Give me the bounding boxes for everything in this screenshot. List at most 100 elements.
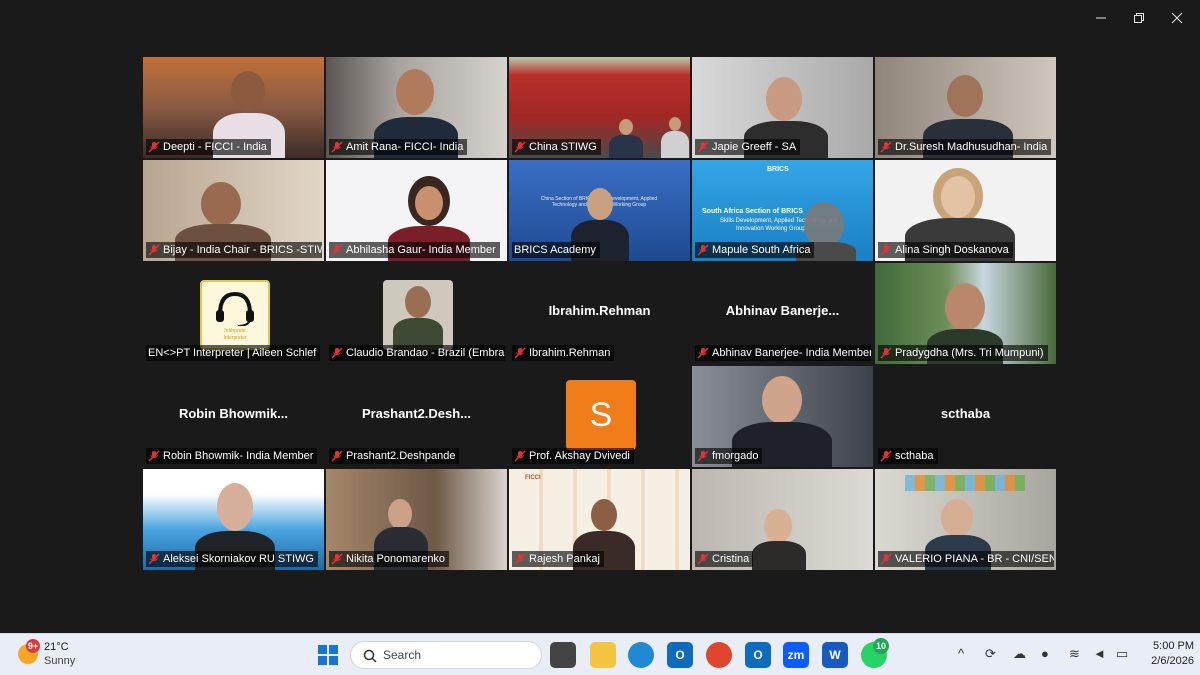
participant-tile[interactable]: Deepti - FICCI - India: [143, 57, 324, 158]
participant-tile[interactable]: VALERIO PIANA - BR - CNI/SENAI: [875, 469, 1056, 570]
close-button[interactable]: [1159, 6, 1195, 30]
zoom-icon[interactable]: zm: [783, 642, 809, 668]
participant-tile[interactable]: BRICS South Africa Section of BRICS Skil…: [692, 160, 873, 261]
participant-name-label: Rajesh Pankaj: [512, 551, 604, 567]
participant-tile[interactable]: Aleksei Skorniakov RU STIWG: [143, 469, 324, 570]
participant-tile[interactable]: China STIWG: [509, 57, 690, 158]
muted-mic-icon: [148, 244, 160, 256]
participant-tile[interactable]: Ibrahim.Rehman Ibrahim.Rehman: [509, 263, 690, 364]
muted-mic-icon: [148, 450, 160, 462]
weather-temp[interactable]: 21°C: [44, 641, 69, 653]
headset-caption: Intérprete: [224, 328, 246, 334]
participant-name-label: Robin Bhowmik- India Member: [146, 448, 318, 464]
participant-tile[interactable]: Nikita Ponomarenko: [326, 469, 507, 570]
participant-name-label: BRICS Academy: [512, 242, 600, 258]
participant-tile[interactable]: Amit Rana- FICCI- India: [326, 57, 507, 158]
participant-tile[interactable]: Claudio Brandao - Brazil (Embrapii): [326, 263, 507, 364]
participant-tile[interactable]: FICCI Rajesh Pankaj: [509, 469, 690, 570]
participant-display-name: Abhinav Banerje...: [725, 303, 840, 318]
muted-mic-icon: [331, 244, 343, 256]
file-explorer-icon[interactable]: [590, 642, 616, 668]
windows-start-icon[interactable]: [316, 643, 340, 667]
participant-tile[interactable]: Japie Greeff - SA: [692, 57, 873, 158]
participant-name-label: China STIWG: [512, 139, 601, 155]
participant-display-name: Prashant2.Desh...: [361, 406, 472, 421]
windows-taskbar: 9+ 21°C Sunny Search O O zm W 10 ^ ⟳ ☁ ●…: [0, 633, 1200, 675]
outlook-new-icon[interactable]: O: [745, 642, 771, 668]
participant-tile[interactable]: Intérprete Interpreter EN<>PT Interprete…: [143, 263, 324, 364]
sync-icon[interactable]: ⟳: [985, 646, 996, 662]
participant-tile[interactable]: Abhilasha Gaur- India Member: [326, 160, 507, 261]
participant-name-label: Abhinav Banerjee- India Member: [695, 345, 871, 361]
muted-mic-icon: [148, 141, 160, 153]
banner-text: South Africa Section of BRICS: [702, 208, 803, 215]
muted-mic-icon: [331, 450, 343, 462]
participant-tile[interactable]: scthaba scthaba: [875, 366, 1056, 467]
participant-display-name: Ibrahim.Rehman: [548, 303, 651, 318]
brics-logo-text: BRICS: [767, 166, 789, 173]
wifi-icon[interactable]: ≋: [1069, 646, 1080, 662]
participant-display-name: Robin Bhowmik...: [178, 406, 289, 421]
participant-name-label: Deepti - FICCI - India: [146, 139, 271, 155]
muted-mic-icon: [514, 347, 526, 359]
headset-icon: [216, 291, 254, 326]
task-view-icon[interactable]: [550, 642, 576, 668]
chevron-up-icon[interactable]: ^: [958, 646, 964, 661]
muted-mic-icon: [880, 553, 892, 565]
participant-tile[interactable]: Pradygdha (Mrs. Tri Mumpuni): [875, 263, 1056, 364]
participant-name-label: Cristina: [695, 551, 754, 567]
participant-tile[interactable]: Dr.Suresh Madhusudhan- India: [875, 57, 1056, 158]
participant-name-label: VALERIO PIANA - BR - CNI/SENAI: [878, 551, 1054, 567]
weather-desc[interactable]: Sunny: [44, 655, 75, 667]
participant-name-label: Claudio Brandao - Brazil (Embrapii): [329, 345, 505, 361]
participant-tile[interactable]: Bijay - India Chair - BRICS -STIWG: [143, 160, 324, 261]
search-icon: [363, 649, 377, 663]
minimize-button[interactable]: [1083, 6, 1119, 30]
muted-mic-icon: [880, 347, 892, 359]
edge-icon[interactable]: [628, 642, 654, 668]
participant-tile[interactable]: Abhinav Banerje... Abhinav Banerjee- Ind…: [692, 263, 873, 364]
clock-time[interactable]: 5:00 PM: [1144, 640, 1194, 652]
muted-mic-icon: [880, 141, 892, 153]
participant-tile-active-speaker[interactable]: China Section of BRICS Skills Developmen…: [509, 160, 690, 261]
participant-tile[interactable]: S Prof. Akshay Dvivedi: [509, 366, 690, 467]
volume-icon[interactable]: ◄: [1093, 646, 1106, 661]
muted-mic-icon: [697, 553, 709, 565]
muted-mic-icon: [514, 553, 526, 565]
headset-avatar: Intérprete Interpreter: [200, 280, 270, 350]
battery-icon[interactable]: ▭: [1116, 646, 1128, 662]
taskbar-search-box[interactable]: Search: [350, 641, 542, 669]
banner-text: Innovation Working Group: [736, 226, 806, 232]
participant-name-label: Dr.Suresh Madhusudhan- India: [878, 139, 1052, 155]
muted-mic-icon: [697, 244, 709, 256]
close-icon: [1171, 12, 1183, 24]
participant-tile[interactable]: Alina Singh Doskanova: [875, 160, 1056, 261]
initial-avatar: S: [566, 380, 636, 450]
muted-mic-icon: [514, 450, 526, 462]
participant-tile[interactable]: Prashant2.Desh... Prashant2.Deshpande: [326, 366, 507, 467]
word-icon[interactable]: W: [822, 642, 848, 668]
participant-tile[interactable]: fmorgado: [692, 366, 873, 467]
muted-mic-icon: [148, 553, 160, 565]
muted-mic-icon: [880, 244, 892, 256]
chrome-icon[interactable]: [706, 642, 732, 668]
onedrive-icon[interactable]: ☁: [1013, 646, 1026, 662]
participant-name-label: Abhilasha Gaur- India Member: [329, 242, 500, 258]
participant-name-label: Amit Rana- FICCI- India: [329, 139, 468, 155]
clock-date[interactable]: 2/6/2026: [1140, 655, 1194, 667]
participant-name-label: scthaba: [878, 448, 938, 464]
outlook-icon[interactable]: O: [667, 642, 693, 668]
zoom-meeting-window: Deepti - FICCI - India Amit Rana- FICCI-…: [0, 0, 1200, 633]
headset-caption: Interpreter: [223, 335, 247, 341]
participant-tile[interactable]: Cristina: [692, 469, 873, 570]
participant-name-label: Prof. Akshay Dvivedi: [512, 448, 634, 464]
participant-display-name: scthaba: [940, 406, 991, 421]
weather-badge: 9+: [26, 639, 40, 653]
participant-name-label: Nikita Ponomarenko: [329, 551, 450, 567]
restore-button[interactable]: [1121, 6, 1157, 30]
participant-name-label: EN<>PT Interpreter | Aileen Schlef: [146, 345, 321, 361]
microphone-icon[interactable]: ●: [1041, 646, 1049, 661]
participant-tile[interactable]: Robin Bhowmik... Robin Bhowmik- India Me…: [143, 366, 324, 467]
profile-photo: [383, 280, 453, 350]
muted-mic-icon: [514, 141, 526, 153]
